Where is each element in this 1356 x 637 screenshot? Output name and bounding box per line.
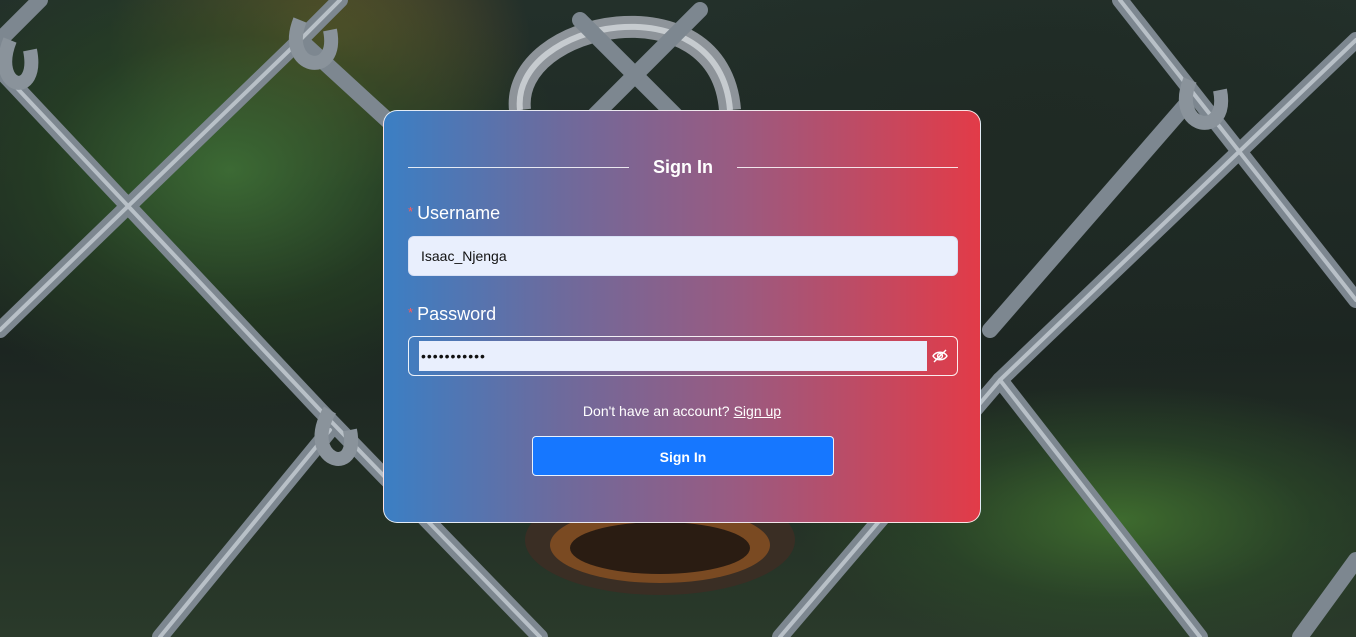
username-input[interactable]: [408, 236, 958, 276]
sign-in-button[interactable]: Sign In: [532, 436, 834, 476]
sign-in-card: Sign In *Username *Password ••••••••••• …: [383, 110, 981, 523]
title-divider-right: [737, 167, 958, 168]
password-label-row: * Password: [408, 304, 496, 325]
eye-slash-icon[interactable]: [931, 347, 949, 365]
signup-prompt-row: Don't have an account? Sign up: [384, 403, 980, 419]
signup-link[interactable]: Sign up: [734, 403, 781, 419]
password-input[interactable]: •••••••••••: [419, 341, 927, 371]
required-marker: *: [408, 204, 414, 219]
required-marker: *: [408, 305, 414, 320]
password-label: Password: [417, 304, 497, 324]
username-label: Username: [417, 203, 501, 223]
signup-prompt: Don't have an account?: [582, 403, 730, 419]
login-page: Sign In *Username *Password ••••••••••• …: [0, 0, 1356, 637]
password-field: •••••••••••: [408, 336, 958, 376]
card-title-row: Sign In: [408, 155, 958, 181]
username-label-row: * Username: [408, 203, 500, 224]
